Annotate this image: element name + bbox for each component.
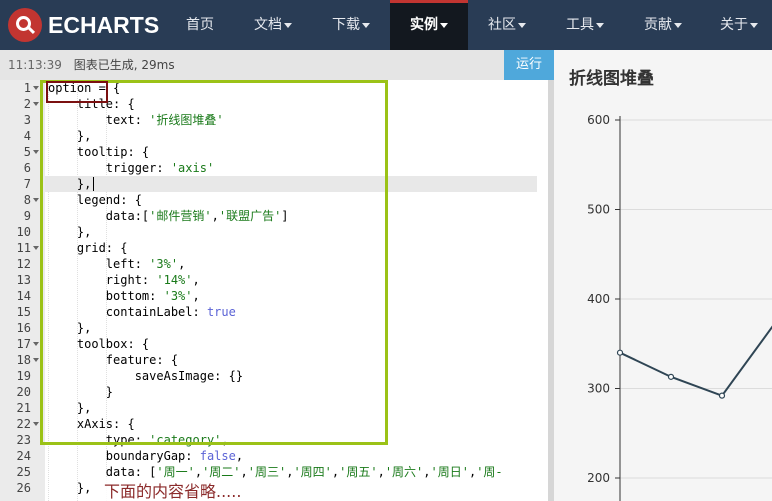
logo-mark-icon [8, 8, 42, 42]
fold-toggle-icon[interactable] [33, 246, 39, 250]
line-number: 21 [16, 401, 31, 415]
line-number: 23 [16, 433, 31, 447]
line-number: 10 [16, 225, 31, 239]
annotation-red-box [46, 81, 108, 103]
caret-down-icon [750, 22, 758, 28]
data-point[interactable] [667, 373, 675, 380]
line-number: 15 [16, 305, 31, 319]
nav-item-4[interactable]: 实例 [390, 0, 468, 50]
chart-preview-panel: 折线图堆叠 200 300 400 500 600 [554, 50, 772, 501]
line-number: 18 [16, 353, 31, 367]
caret-down-icon [440, 22, 448, 28]
code-text: }, [48, 481, 92, 495]
fold-toggle-icon[interactable] [33, 86, 39, 90]
line-number: 3 [23, 113, 31, 127]
top-nav: ECHARTS 首页 文档 下载 实例 社区 工具 贡献 关于 [0, 0, 772, 50]
caret-down-icon [284, 22, 292, 28]
y-tick-label: 300 [587, 382, 610, 396]
code-line: 24 boundaryGap: false, [0, 448, 548, 464]
line-number: 1 [23, 81, 31, 95]
caret-down-icon [674, 22, 682, 28]
line-number: 4 [23, 129, 31, 143]
line-number: 22 [16, 417, 31, 431]
nav-item-label: 贡献 [644, 17, 672, 33]
line-number: 24 [16, 449, 31, 463]
y-tick-label: 600 [587, 113, 610, 127]
nav-item-1[interactable]: 首页 [168, 0, 232, 50]
nav-item-2[interactable]: 文档 [236, 0, 310, 50]
line-number: 6 [23, 161, 31, 175]
line-number: 25 [16, 465, 31, 479]
nav-item-label: 社区 [488, 17, 516, 33]
line-number: 8 [23, 193, 31, 207]
y-tick-label: 200 [587, 471, 610, 485]
data-point[interactable] [718, 392, 726, 399]
nav-item-label: 实例 [410, 17, 438, 33]
line-number: 19 [16, 369, 31, 383]
nav-item-7[interactable]: 贡献 [626, 0, 700, 50]
nav-item-label: 首页 [186, 17, 214, 33]
fold-toggle-icon[interactable] [33, 102, 39, 106]
line-number: 11 [16, 241, 31, 255]
nav-item-6[interactable]: 工具 [548, 0, 622, 50]
status-time: 11:13:39 [8, 58, 62, 72]
status-message: 图表已生成, 29ms [73, 58, 175, 72]
fold-toggle-icon[interactable] [33, 198, 39, 202]
annotation-note: 下面的内容省略..... [104, 478, 242, 501]
echarts-logo[interactable]: ECHARTS [8, 8, 159, 42]
nav-item-label: 关于 [720, 17, 748, 33]
y-tick-label: 400 [587, 292, 610, 306]
data-point[interactable] [616, 349, 624, 356]
status-bar: 11:13:39 图表已生成, 29ms [0, 50, 504, 80]
line-number: 2 [23, 97, 31, 111]
annotation-green-box [40, 80, 388, 445]
logo-text: ECHARTS [48, 11, 160, 38]
caret-down-icon [518, 22, 526, 28]
run-button[interactable]: 运行 [504, 50, 554, 80]
nav-item-label: 工具 [566, 17, 594, 33]
line-number: 17 [16, 337, 31, 351]
line-chart: 200 300 400 500 600 [587, 113, 772, 501]
line-number: 26 [16, 481, 31, 495]
fold-toggle-icon[interactable] [33, 422, 39, 426]
caret-down-icon [362, 22, 370, 28]
code-text: boundaryGap: false, [48, 449, 244, 463]
code-line: 26 }, [0, 480, 548, 496]
nav-item-label: 文档 [254, 17, 282, 33]
line-number: 5 [23, 145, 31, 159]
line-number: 20 [16, 385, 31, 399]
line-number: 9 [23, 209, 31, 223]
line-number: 12 [16, 257, 31, 271]
code-line: 25 data: ['周一','周二','周三','周四','周五','周六',… [0, 464, 548, 480]
line-number: 14 [16, 289, 31, 303]
line-number: 13 [16, 273, 31, 287]
line-number: 7 [23, 177, 31, 191]
nav-item-5[interactable]: 社区 [470, 0, 544, 50]
fold-toggle-icon[interactable] [33, 358, 39, 362]
y-tick-label: 500 [587, 203, 610, 217]
line-number: 16 [16, 321, 31, 335]
nav-item-8[interactable]: 关于 [706, 0, 772, 50]
fold-toggle-icon[interactable] [33, 150, 39, 154]
caret-down-icon [596, 22, 604, 28]
nav-item-3[interactable]: 下载 [314, 0, 388, 50]
nav-item-label: 下载 [332, 17, 360, 33]
series-line [619, 325, 772, 397]
fold-toggle-icon[interactable] [33, 342, 39, 346]
